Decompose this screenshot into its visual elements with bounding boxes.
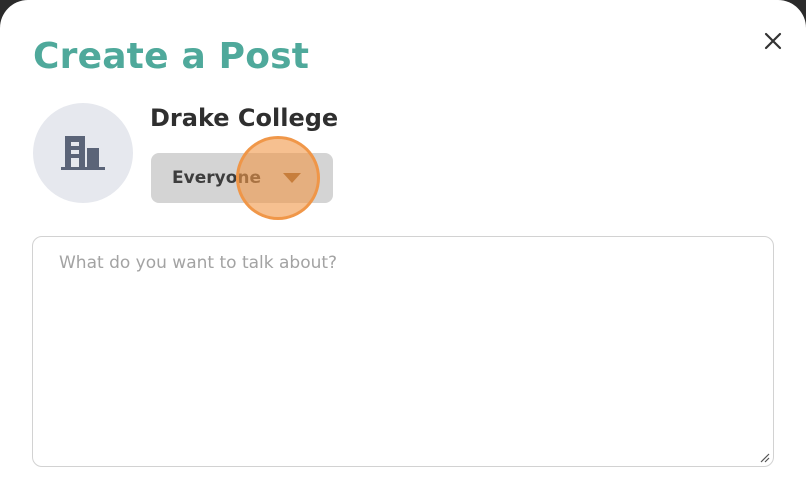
avatar bbox=[33, 103, 133, 203]
close-icon bbox=[764, 32, 782, 50]
author-name: Drake College bbox=[150, 104, 339, 132]
audience-dropdown[interactable]: Everyone bbox=[151, 153, 333, 203]
create-post-modal: Create a Post Drake College Everyone bbox=[0, 0, 806, 500]
building-icon bbox=[61, 136, 105, 170]
modal-title: Create a Post bbox=[33, 36, 310, 77]
close-button[interactable] bbox=[758, 26, 788, 56]
caret-down-icon bbox=[283, 173, 301, 183]
post-text-input[interactable] bbox=[32, 236, 774, 467]
audience-selected-value: Everyone bbox=[172, 168, 262, 188]
